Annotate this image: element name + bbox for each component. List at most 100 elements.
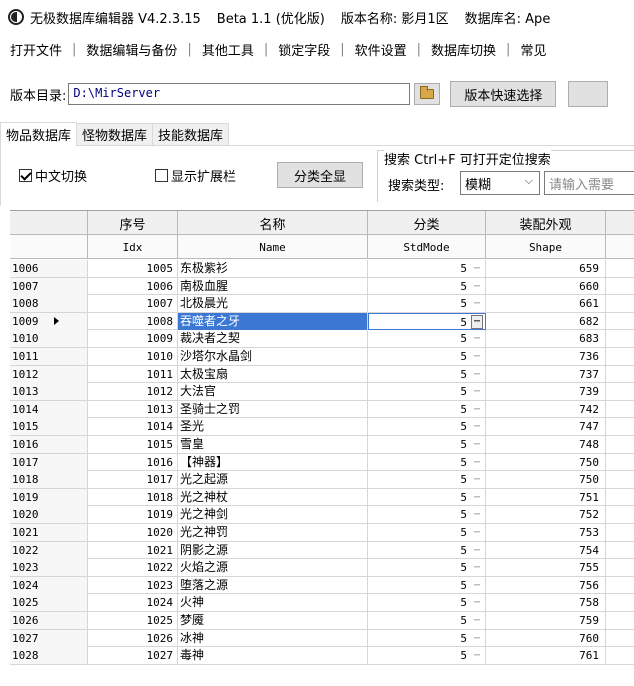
- table-row[interactable]: 1021 1020 光之神罚 5 ⋯ 753: [10, 524, 634, 542]
- cell-stdmode[interactable]: 5 ⋯: [368, 312, 486, 330]
- cell-idx[interactable]: 1009: [88, 330, 178, 348]
- cell-shape[interactable]: 747: [486, 418, 606, 436]
- cell-name[interactable]: 光之神杖: [178, 488, 368, 506]
- ellipsis-button[interactable]: ⋯: [471, 260, 483, 277]
- cell-idx[interactable]: 1022: [88, 559, 178, 577]
- ellipsis-button[interactable]: ⋯: [471, 383, 483, 400]
- menu-common[interactable]: 常见: [516, 40, 556, 59]
- column-header-name-en[interactable]: Name: [178, 235, 368, 259]
- ellipsis-button[interactable]: ⋯: [471, 278, 483, 295]
- cell-shape[interactable]: 751: [486, 488, 606, 506]
- cell-stdmode[interactable]: 5 ⋯: [368, 612, 486, 629]
- ellipsis-button[interactable]: ⋯: [471, 366, 483, 383]
- table-row[interactable]: 1014 1013 圣骑士之罚 5 ⋯ 742: [10, 400, 634, 419]
- column-header-idx-cn[interactable]: 序号: [88, 211, 178, 235]
- table-row[interactable]: 1007 1006 南极血腥 5 ⋯ 660: [10, 277, 634, 296]
- menu-edit-backup[interactable]: 数据编辑与备份: [82, 40, 187, 59]
- table-row[interactable]: 1008 1007 北极晨光 5 ⋯ 661: [10, 295, 634, 313]
- cell-idx[interactable]: 1020: [88, 524, 178, 541]
- table-row[interactable]: 1026 1025 梦魇 5 ⋯ 759: [10, 612, 634, 630]
- cell-name[interactable]: 南极血腥: [178, 277, 368, 295]
- row-header[interactable]: 1017: [10, 453, 88, 471]
- column-header-name-cn[interactable]: 名称: [178, 211, 368, 235]
- cell-name[interactable]: 【神器】: [178, 453, 368, 471]
- tab-skill-db[interactable]: 技能数据库: [152, 123, 230, 145]
- cell-idx[interactable]: 1025: [88, 612, 178, 629]
- cell-idx[interactable]: 1018: [88, 488, 178, 506]
- cell-shape[interactable]: 756: [486, 576, 606, 594]
- ellipsis-button[interactable]: ⋯: [471, 314, 483, 329]
- table-row[interactable]: 1022 1021 阴影之源 5 ⋯ 754: [10, 541, 634, 560]
- cell-stdmode[interactable]: 5 ⋯: [368, 365, 486, 383]
- cell-name[interactable]: 光之神罚: [178, 524, 368, 541]
- row-header[interactable]: 1013: [10, 383, 88, 401]
- cell-name[interactable]: 大法官: [178, 383, 368, 401]
- ellipsis-button[interactable]: ⋯: [471, 524, 483, 541]
- row-header[interactable]: 1015: [10, 418, 88, 436]
- table-row[interactable]: 1023 1022 火焰之源 5 ⋯ 755: [10, 559, 634, 577]
- column-header-shape-en[interactable]: Shape: [486, 235, 606, 259]
- row-header[interactable]: 1011: [10, 348, 88, 365]
- cell-idx[interactable]: 1016: [88, 453, 178, 471]
- cell-idx[interactable]: 1024: [88, 594, 178, 612]
- table-row[interactable]: 1016 1015 雪皇 5 ⋯ 748: [10, 436, 634, 454]
- cell-stdmode[interactable]: 5 ⋯: [368, 541, 486, 559]
- cell-name[interactable]: 毒神: [178, 647, 368, 665]
- cell-stdmode[interactable]: 5 ⋯: [368, 629, 486, 647]
- cell-name[interactable]: 圣光: [178, 418, 368, 436]
- ellipsis-button[interactable]: ⋯: [471, 612, 483, 629]
- cell-name[interactable]: 裁决者之契: [178, 330, 368, 348]
- cell-shape[interactable]: 659: [486, 260, 606, 277]
- ellipsis-button[interactable]: ⋯: [471, 348, 483, 365]
- cell-stdmode[interactable]: 5 ⋯: [368, 506, 486, 524]
- ellipsis-button[interactable]: ⋯: [471, 577, 483, 594]
- cell-name[interactable]: 堕落之源: [178, 576, 368, 594]
- extra-button[interactable]: [568, 81, 609, 107]
- cell-name[interactable]: 火焰之源: [178, 559, 368, 577]
- cell-idx[interactable]: 1015: [88, 436, 178, 453]
- cell-stdmode[interactable]: 5 ⋯: [368, 488, 486, 506]
- cell-shape[interactable]: 736: [486, 348, 606, 365]
- cell-name[interactable]: 光之起源: [178, 471, 368, 489]
- row-header[interactable]: 1026: [10, 612, 88, 629]
- cell-shape[interactable]: 750: [486, 471, 606, 489]
- ellipsis-button[interactable]: ⋯: [471, 471, 483, 488]
- cell-stdmode[interactable]: 5 ⋯: [368, 647, 486, 665]
- cell-name[interactable]: 阴影之源: [178, 541, 368, 559]
- cell-stdmode[interactable]: 5 ⋯: [368, 295, 486, 313]
- ellipsis-button[interactable]: ⋯: [471, 542, 483, 559]
- table-row[interactable]: 1018 1017 光之起源 5 ⋯ 750: [10, 471, 634, 489]
- table-row[interactable]: 1013 1012 大法官 5 ⋯ 739: [10, 383, 634, 401]
- table-row[interactable]: 1017 1016 【神器】 5 ⋯ 750: [10, 453, 634, 472]
- row-header[interactable]: 1020: [10, 506, 88, 524]
- cell-name[interactable]: 北极晨光: [178, 295, 368, 313]
- table-row[interactable]: 1025 1024 火神 5 ⋯ 758: [10, 594, 634, 612]
- table-row[interactable]: 1019 1018 光之神杖 5 ⋯ 751: [10, 488, 634, 507]
- cell-name[interactable]: 梦魇: [178, 612, 368, 629]
- column-header-stdmode-cn[interactable]: 分类: [368, 211, 486, 235]
- cell-shape[interactable]: 755: [486, 559, 606, 577]
- cell-idx[interactable]: 1014: [88, 418, 178, 436]
- row-header[interactable]: 1010: [10, 330, 88, 348]
- row-header[interactable]: 1019: [10, 488, 88, 506]
- ellipsis-button[interactable]: ⋯: [471, 559, 483, 576]
- cell-shape[interactable]: 661: [486, 295, 606, 313]
- cell-shape[interactable]: 682: [486, 312, 606, 330]
- ellipsis-button[interactable]: ⋯: [471, 506, 483, 523]
- cell-stdmode[interactable]: 5 ⋯: [368, 436, 486, 453]
- table-row[interactable]: 1006 1005 东极紫衫 5 ⋯ 659: [10, 260, 634, 278]
- search-type-select[interactable]: 模糊 ⌵: [460, 171, 540, 195]
- cell-stdmode[interactable]: 5 ⋯: [368, 400, 486, 418]
- cell-name[interactable]: 东极紫衫: [178, 260, 368, 277]
- cell-idx[interactable]: 1021: [88, 541, 178, 559]
- cell-stdmode[interactable]: 5 ⋯: [368, 383, 486, 401]
- ellipsis-button[interactable]: ⋯: [471, 330, 483, 347]
- cell-shape[interactable]: 660: [486, 277, 606, 295]
- cell-name[interactable]: 雪皇: [178, 436, 368, 453]
- table-row[interactable]: 1009 1008 吞噬者之牙 5 ⋯ 682: [10, 312, 634, 331]
- cell-idx[interactable]: 1027: [88, 647, 178, 665]
- row-header[interactable]: 1021: [10, 524, 88, 541]
- version-dir-input[interactable]: D:\MirServer: [68, 83, 411, 105]
- row-header[interactable]: 1008: [10, 295, 88, 313]
- cell-shape[interactable]: 761: [486, 647, 606, 665]
